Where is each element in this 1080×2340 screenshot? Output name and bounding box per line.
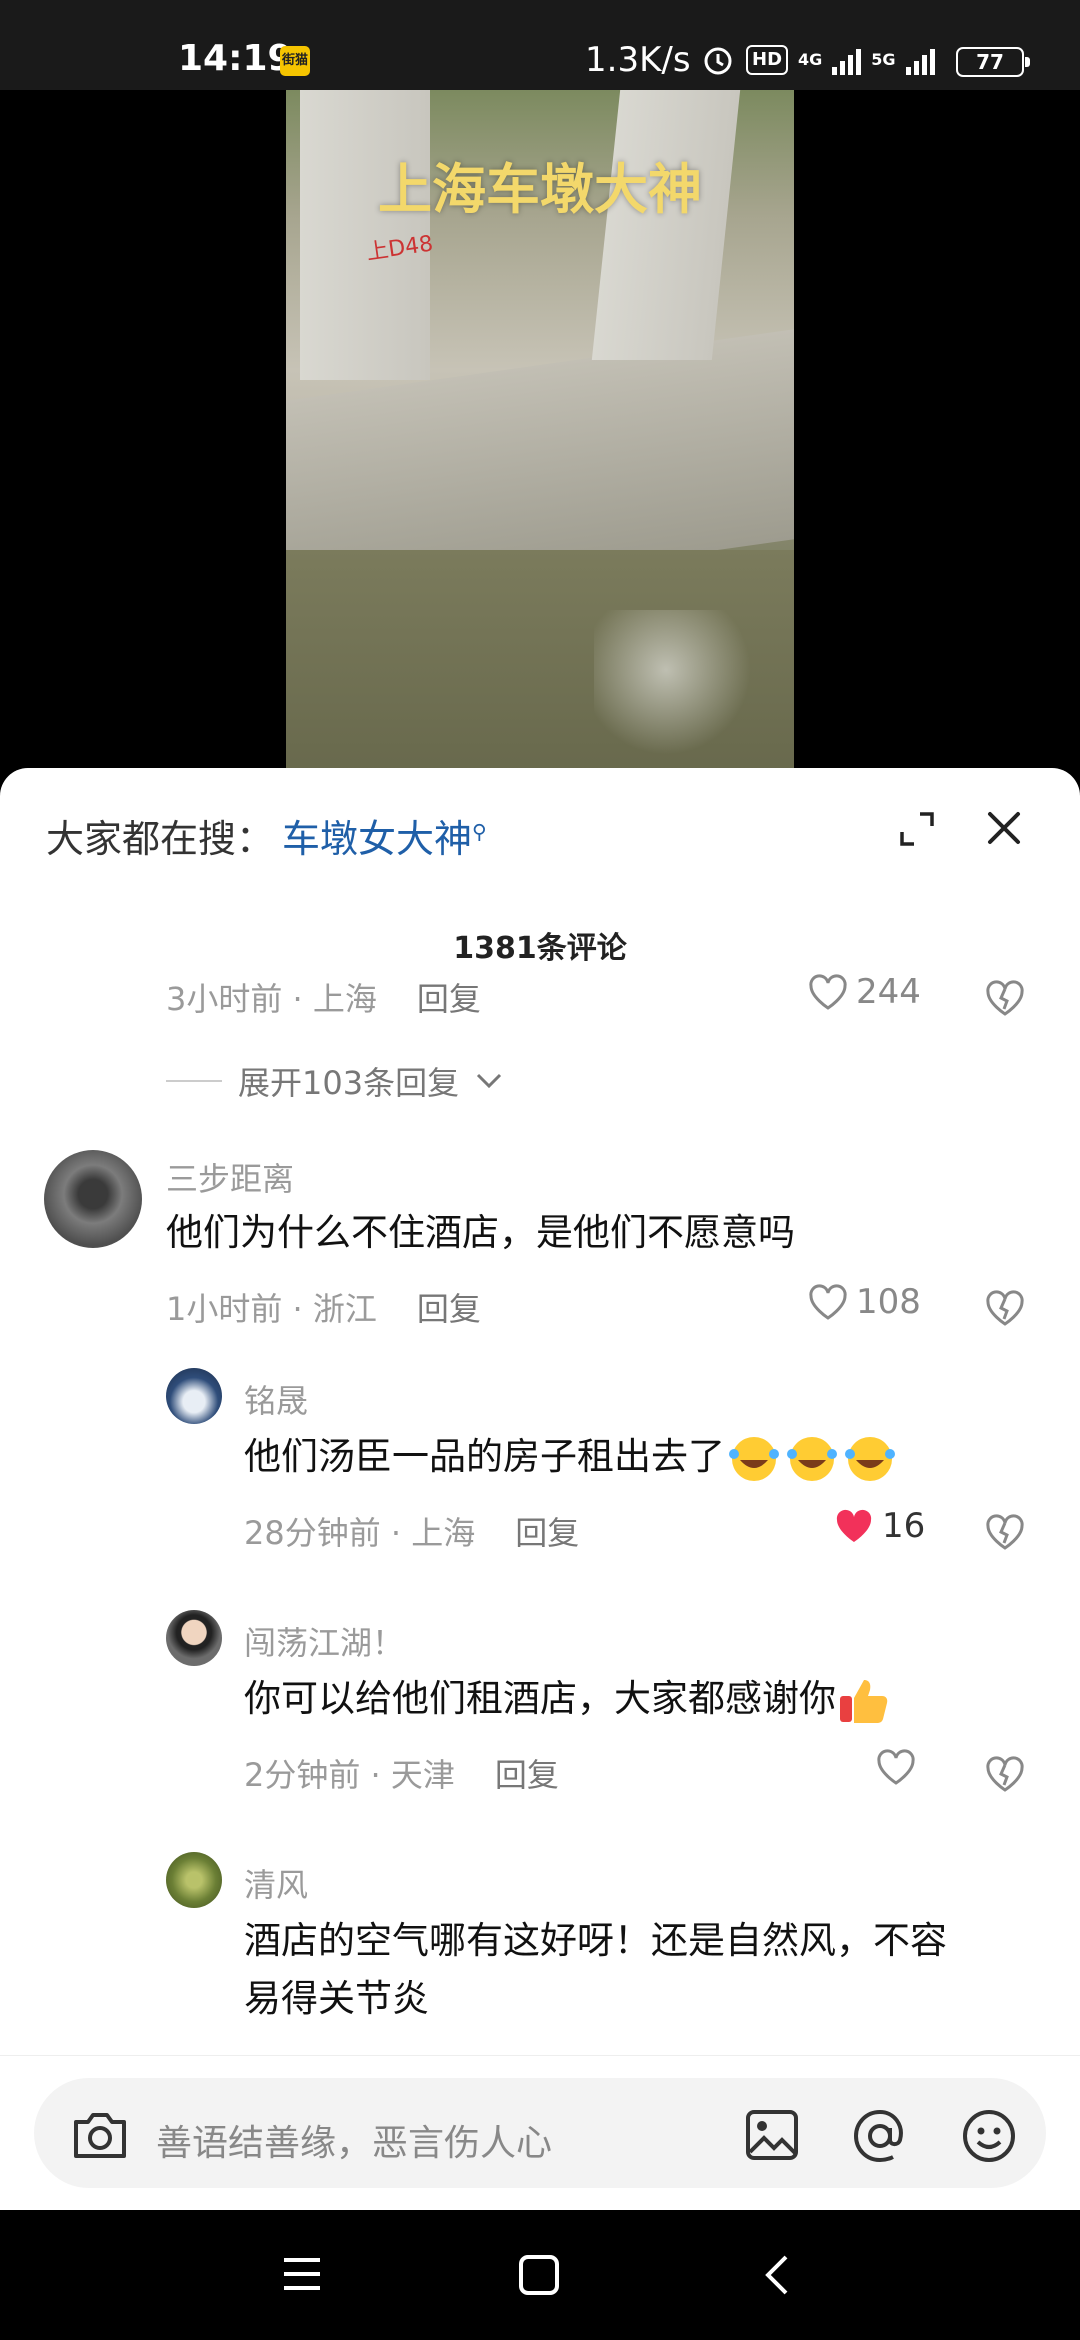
dislike-icon[interactable] (985, 978, 1025, 1018)
signal-4g-icon (832, 45, 862, 75)
comment-username[interactable]: 三步距离 (166, 1154, 294, 1200)
image-icon[interactable] (744, 2108, 800, 2162)
reply-button[interactable]: 回复 (417, 1290, 481, 1328)
reply-text-body: 你可以给他们租酒店，大家都感谢你 (244, 1677, 836, 1720)
trending-search-keyword[interactable]: 车墩女大神 (282, 817, 472, 861)
system-nav-bar (0, 2210, 1080, 2340)
reply-username[interactable]: 清风 (244, 1860, 308, 1906)
signal-5g-icon (905, 45, 935, 75)
dislike-icon[interactable] (985, 1288, 1025, 1328)
network-4g-label: 4G (798, 50, 823, 69)
video-overlay-title: 上海车墩大神 (378, 158, 702, 221)
reply-location: 上海 (411, 1514, 476, 1552)
comment-time: 1小时前 (166, 1290, 283, 1328)
alarm-icon (704, 47, 732, 75)
reply-text-line2: 易得关节炎 (244, 1977, 429, 2020)
close-icon[interactable] (984, 808, 1024, 848)
reply-meta: 2分钟前 · 天津 回复 (244, 1756, 559, 1794)
app-badge-icon: 街猫 (280, 46, 310, 76)
expand-replies-button[interactable]: 展开103条回复 (166, 1058, 503, 1104)
laughing-emoji-icon (783, 1435, 841, 1481)
reply-meta: 28分钟前 · 上海 回复 (244, 1514, 580, 1552)
like-button[interactable]: 244 (808, 972, 921, 1012)
video-player[interactable]: 上D48 上海车墩大神 (0, 90, 1080, 790)
chevron-down-icon (477, 1073, 502, 1089)
comment-location: 浙江 (312, 1290, 377, 1328)
laughing-emoji-icon (841, 1435, 899, 1481)
like-count: 16 (882, 1506, 926, 1546)
reply-button[interactable]: 回复 (495, 1756, 559, 1794)
like-count: 244 (856, 972, 921, 1012)
emoji-icon[interactable] (960, 2108, 1018, 2164)
reply-button[interactable]: 回复 (515, 1514, 579, 1552)
battery-icon: 77 (956, 47, 1030, 77)
network-speed: 1.3K/s (585, 40, 691, 80)
battery-level: 77 (976, 50, 1004, 74)
back-icon[interactable] (760, 2254, 792, 2296)
laughing-emoji-icon (725, 1435, 783, 1481)
dislike-icon[interactable] (985, 1754, 1025, 1794)
heart-icon (809, 1284, 847, 1320)
reply-text: 你可以给他们租酒店，大家都感谢你 (244, 1670, 894, 1728)
reply-time: 28分钟前 (244, 1514, 381, 1552)
comment-time: 3小时前 (166, 980, 283, 1018)
like-button[interactable] (876, 1748, 924, 1786)
comment-meta: 1小时前 · 浙江 回复 (166, 1290, 481, 1328)
avatar[interactable] (44, 1150, 142, 1248)
trending-search: 大家都在搜： 车墩女大神⚲ (46, 808, 487, 863)
status-time: 14:19 (178, 38, 293, 79)
avatar[interactable] (166, 1852, 222, 1908)
reply-location: 天津 (390, 1756, 455, 1794)
mention-icon[interactable] (851, 2108, 909, 2164)
comment-count: 1381条评论 (453, 931, 627, 966)
expand-icon[interactable] (898, 810, 936, 848)
like-button[interactable]: 16 (834, 1506, 925, 1546)
heart-icon (809, 974, 847, 1010)
trending-search-prefix: 大家都在搜： (46, 817, 275, 861)
avatar[interactable] (166, 1368, 222, 1424)
reply-text-body: 他们汤臣一品的房子租出去了 (244, 1435, 725, 1478)
hd-voice-icon: HD (746, 45, 789, 75)
status-bar: 14:19 街猫 1.3K/s HD 4G 5G 77 (0, 0, 1080, 90)
reply-time: 2分钟前 (244, 1756, 361, 1794)
status-icons: HD 4G 5G (700, 40, 935, 80)
video-pillar-right (591, 90, 741, 360)
comment-text: 他们为什么不住酒店，是他们不愿意吗 (166, 1211, 795, 1254)
search-icon: ⚲ (472, 819, 487, 844)
expand-replies-label: 展开103条回复 (238, 1064, 460, 1102)
reply-button[interactable]: 回复 (417, 980, 481, 1018)
like-count: 108 (856, 1282, 921, 1322)
home-icon[interactable] (518, 2254, 560, 2296)
reply-text: 他们汤臣一品的房子租出去了 (244, 1428, 899, 1486)
video-ripple (594, 610, 774, 760)
dislike-icon[interactable] (985, 1512, 1025, 1552)
comment-input-bar: 善语结善缘，恶言伤人心 (0, 2055, 1080, 2210)
reply-username[interactable]: 铭晟 (244, 1376, 308, 1422)
avatar[interactable] (166, 1610, 222, 1666)
menu-icon[interactable] (282, 2254, 322, 2294)
comment-sheet: 大家都在搜： 车墩女大神⚲ 1381条评论 3小时前 · 上海 回复 244 展开1… (0, 768, 1080, 2208)
thumbs-up-emoji-icon (836, 1677, 894, 1723)
network-5g-label: 5G (871, 50, 896, 69)
heart-filled-icon (836, 1509, 872, 1542)
reply-text-line1: 酒店的空气哪有这好呀！还是自然风，不容 (244, 1919, 947, 1962)
like-button[interactable]: 108 (808, 1282, 921, 1322)
reply-username[interactable]: 闯荡江湖！ (244, 1618, 404, 1664)
comment-input-placeholder: 善语结善缘，恶言伤人心 (156, 2123, 553, 2164)
comment-meta: 3小时前 · 上海 回复 (166, 980, 481, 1018)
camera-icon[interactable] (70, 2108, 130, 2162)
expand-replies-divider (166, 1080, 222, 1082)
heart-icon (877, 1749, 915, 1785)
comment-location: 上海 (312, 980, 377, 1018)
